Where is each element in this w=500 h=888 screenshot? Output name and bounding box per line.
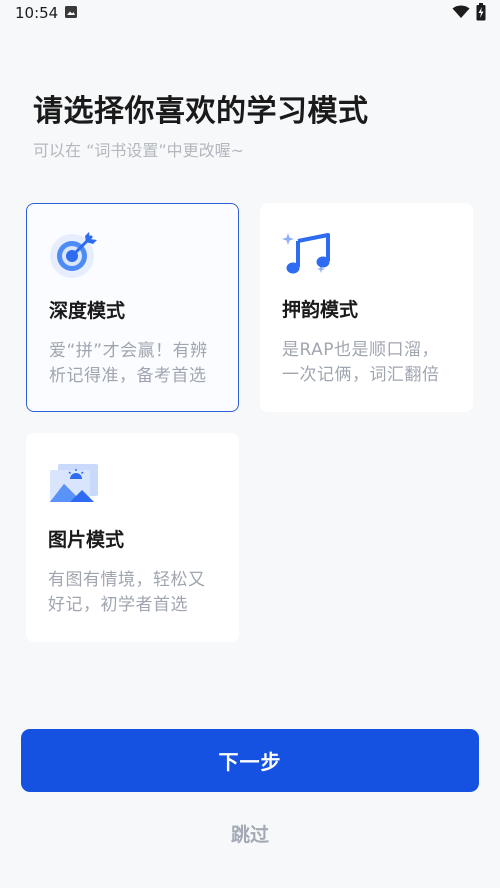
mode-card-picture[interactable]: 图片模式 有图有情境，轻松又 好记，初学者首选 [26,433,239,642]
music-note-icon [282,233,330,274]
picture-icon [50,464,98,502]
gallery-icon [65,6,77,18]
mode-card-title: 图片模式 [48,529,125,551]
page-subtitle: 可以在 “词书设置”中更改喔~ [33,141,245,160]
mode-card-depth[interactable]: 深度模式 爱“拼”才会赢！有辨 析记得准，备考首选 [26,203,239,412]
mode-selection-screen: 10:54 请选择你喜欢的学习模式 可以在 “词书设置”中更改喔~ 深度模式 爱… [0,0,500,888]
skip-button[interactable]: 跳过 [0,820,500,847]
next-step-button[interactable]: 下一步 [21,729,479,792]
mode-card-description: 爱“拼”才会赢！有辨 析记得准，备考首选 [49,341,208,386]
page-title: 请选择你喜欢的学习模式 [33,94,369,129]
mode-card-description: 是RAP也是顺口溜， 一次记俩，词汇翻倍 [282,340,440,385]
status-time: 10:54 [15,4,59,22]
status-bar: 10:54 [0,0,500,26]
mode-card-description: 有图有情境，轻松又 好记，初学者首选 [48,570,206,615]
mode-card-rhyme[interactable]: 押韵模式 是RAP也是顺口溜， 一次记俩，词汇翻倍 [260,203,473,412]
wifi-icon [452,5,470,18]
mode-card-title: 押韵模式 [282,299,359,321]
battery-icon [476,3,486,21]
target-icon [50,232,97,278]
mode-card-title: 深度模式 [49,300,126,322]
